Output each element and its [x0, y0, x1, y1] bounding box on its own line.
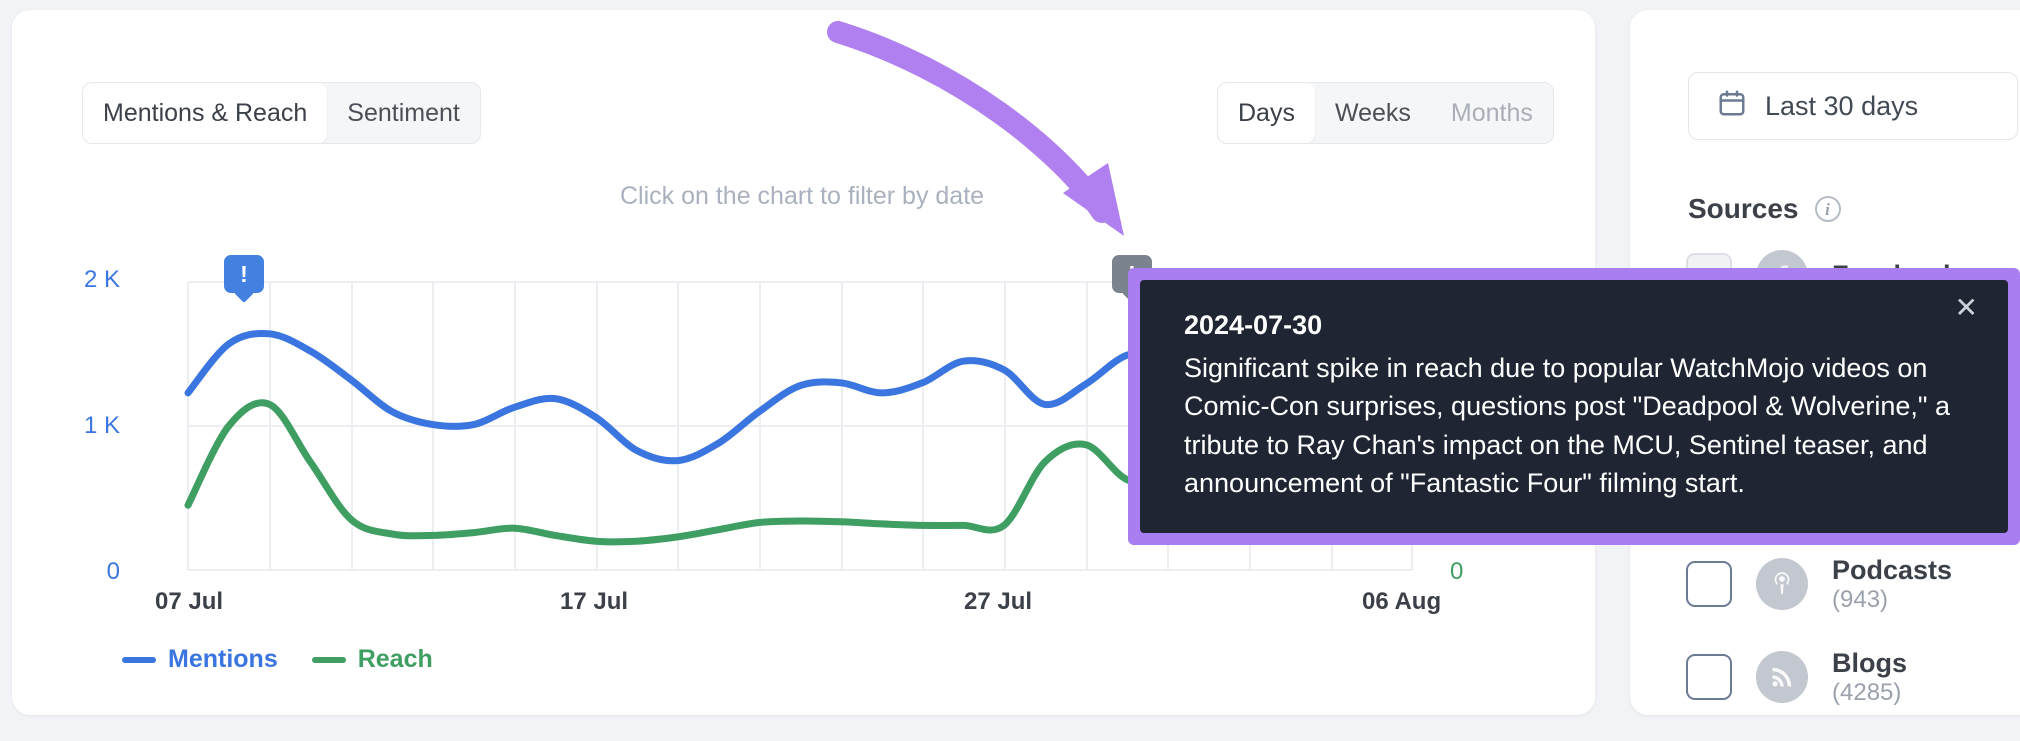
source-row-blogs[interactable]: Blogs (4285) [1686, 648, 1907, 707]
podcast-icon [1756, 558, 1808, 610]
event-tooltip-text: Significant spike in reach due to popula… [1184, 349, 1964, 502]
legend-swatch-mentions [122, 657, 156, 663]
rss-icon [1756, 651, 1808, 703]
legend-item-reach[interactable]: Reach [312, 645, 433, 674]
date-range-picker[interactable]: Last 30 days [1688, 72, 2018, 140]
calendar-icon [1717, 88, 1747, 125]
sources-heading: Sources i [1688, 193, 1841, 225]
x-axis-tick-4: 06 Aug [1362, 588, 1441, 616]
source-count-blogs: (4285) [1832, 679, 1907, 707]
source-checkbox-blogs[interactable] [1686, 654, 1732, 700]
source-name-podcasts: Podcasts [1832, 555, 1952, 586]
x-axis-tick-2: 17 Jul [560, 588, 628, 616]
source-checkbox-podcasts[interactable] [1686, 561, 1732, 607]
source-text-blogs: Blogs (4285) [1832, 648, 1907, 707]
close-icon[interactable]: ✕ [1955, 294, 1978, 322]
sources-title-text: Sources [1688, 193, 1799, 225]
date-range-label: Last 30 days [1765, 91, 1918, 122]
chart-legend: Mentions Reach [122, 645, 433, 674]
event-tooltip-body: ✕ 2024-07-30 Significant spike in reach … [1140, 280, 2008, 533]
source-name-blogs: Blogs [1832, 648, 1907, 679]
x-axis-tick-3: 27 Jul [964, 588, 1032, 616]
legend-label-reach: Reach [358, 645, 433, 674]
source-text-podcasts: Podcasts (943) [1832, 555, 1952, 614]
event-tooltip: ✕ 2024-07-30 Significant spike in reach … [1128, 268, 2020, 545]
screen: Mentions & Reach Sentiment Days Weeks Mo… [0, 0, 2020, 741]
info-icon[interactable]: i [1815, 196, 1841, 222]
legend-label-mentions: Mentions [168, 645, 278, 674]
event-marker-blue[interactable]: ! [224, 255, 264, 293]
legend-swatch-reach [312, 657, 346, 663]
legend-item-mentions[interactable]: Mentions [122, 645, 278, 674]
source-row-podcasts[interactable]: Podcasts (943) [1686, 555, 1952, 614]
source-count-podcasts: (943) [1832, 586, 1952, 614]
event-tooltip-date: 2024-07-30 [1184, 310, 1964, 341]
x-axis-tick-1: 07 Jul [155, 588, 223, 616]
